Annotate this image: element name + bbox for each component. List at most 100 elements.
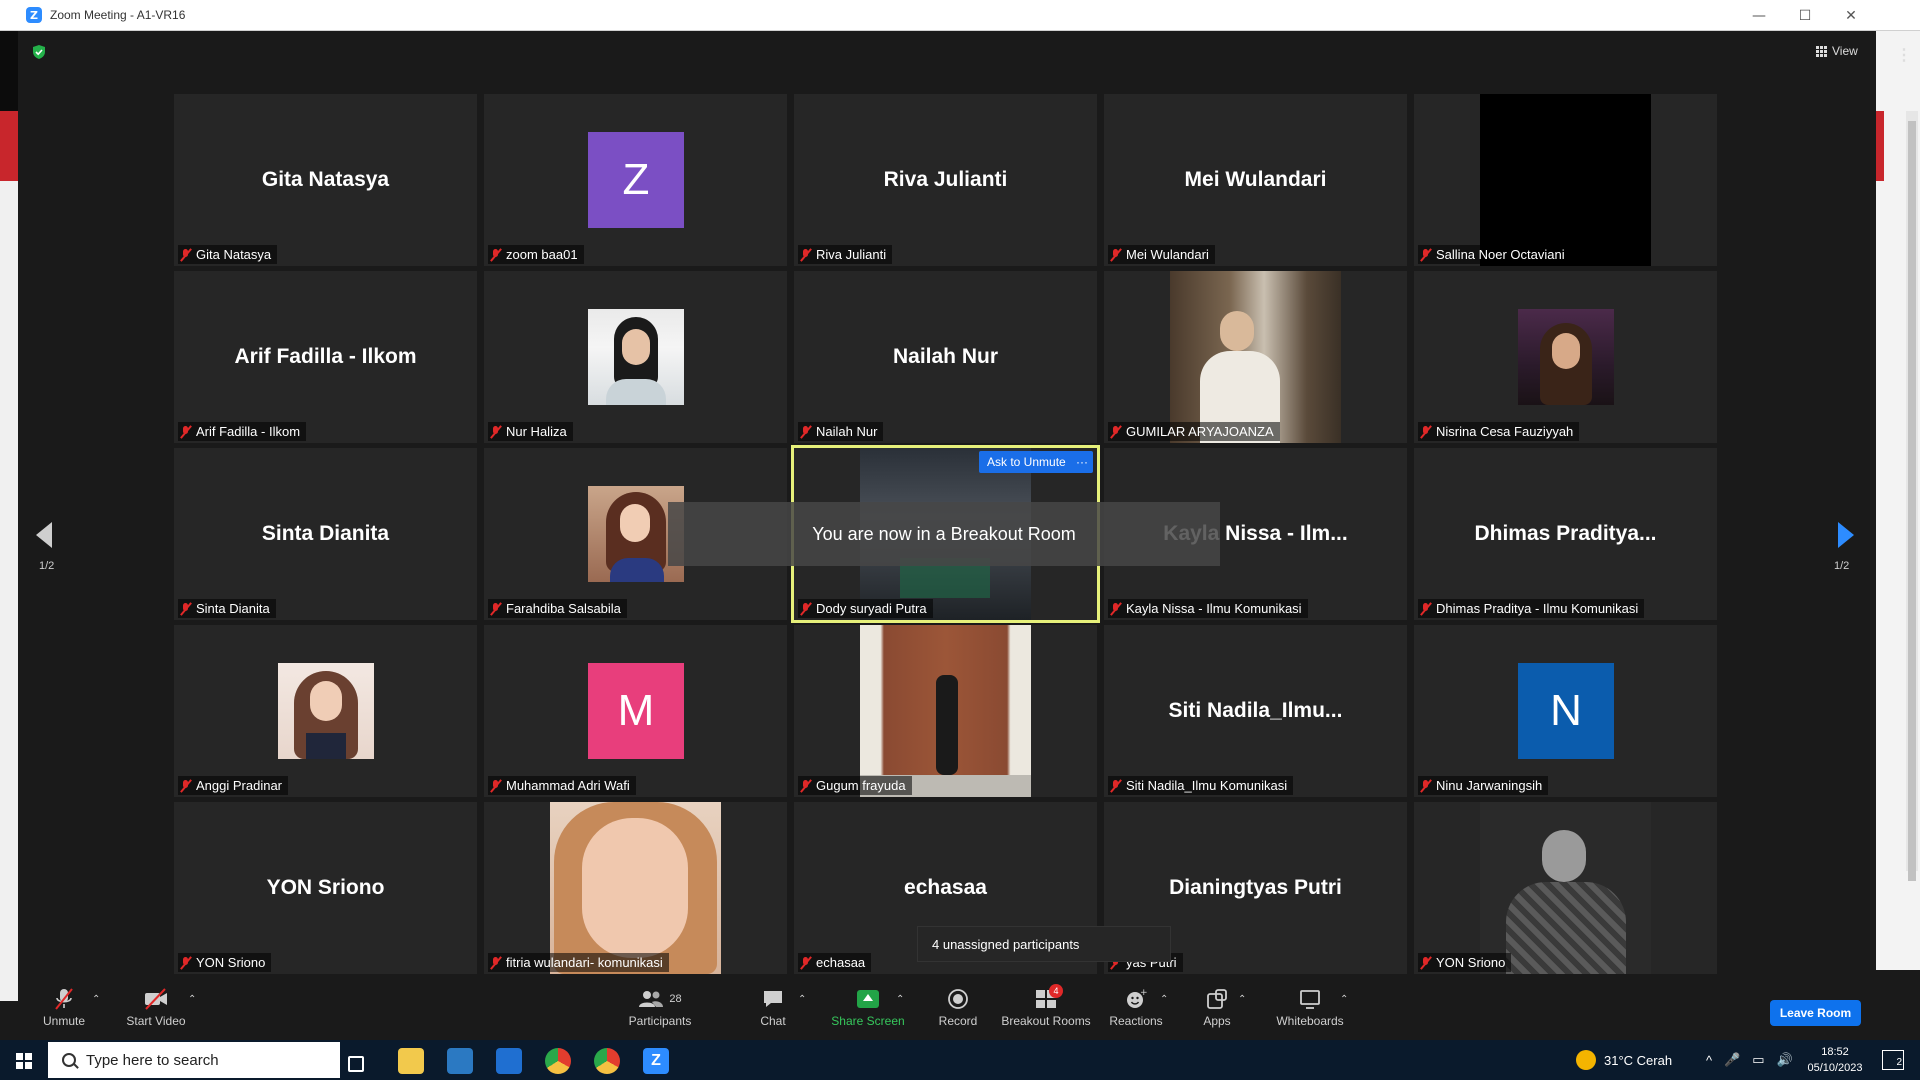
mic-muted-icon: [53, 986, 75, 1012]
next-page-icon[interactable]: [1838, 522, 1854, 548]
video-tile[interactable]: YON Sriono YON Sriono: [174, 802, 477, 974]
network-icon[interactable]: ▭: [1752, 1052, 1764, 1068]
participant-name-label: Muhammad Adri Wafi: [488, 776, 636, 795]
mic-muted-icon: [1420, 602, 1432, 616]
maximize-button[interactable]: ☐: [1782, 0, 1828, 31]
video-tile[interactable]: Nisrina Cesa Fauziyyah: [1414, 271, 1717, 443]
breakout-rooms-button[interactable]: 4 Breakout Rooms: [996, 978, 1096, 1036]
background-red-strip-right: [1876, 111, 1884, 181]
photo-face: [310, 681, 342, 721]
photo-face: [582, 818, 688, 958]
video-tile[interactable]: Gugum frayuda: [794, 625, 1097, 797]
whiteboards-button[interactable]: Whiteboards: [1268, 978, 1352, 1036]
video-tile[interactable]: Nur Haliza: [484, 271, 787, 443]
profile-photo: [1518, 309, 1614, 405]
video-tile[interactable]: YON Sriono: [1414, 802, 1717, 974]
chat-button[interactable]: Chat: [748, 978, 798, 1036]
participant-name-label: Anggi Pradinar: [178, 776, 288, 795]
close-button[interactable]: ✕: [1828, 0, 1874, 31]
reactions-options-caret[interactable]: ⌃: [1160, 994, 1168, 1005]
participant-name: GUMILAR ARYAJOANZA: [1126, 424, 1274, 439]
apps-options-caret[interactable]: ⌃: [1238, 994, 1246, 1005]
participants-button[interactable]: 28 Participants: [618, 978, 702, 1036]
profile-photo: [278, 663, 374, 759]
video-tile[interactable]: Gita Natasya Gita Natasya: [174, 94, 477, 266]
video-tile[interactable]: Siti Nadila_Ilmu... Siti Nadila_Ilmu Kom…: [1104, 625, 1407, 797]
notification-center-icon[interactable]: 2: [1882, 1050, 1904, 1070]
file-explorer-icon[interactable]: [398, 1048, 424, 1074]
security-shield-icon[interactable]: [32, 45, 46, 59]
unmute-button[interactable]: Unmute: [34, 978, 94, 1036]
unmute-label: Unmute: [42, 1014, 86, 1028]
video-tile[interactable]: M Muhammad Adri Wafi: [484, 625, 787, 797]
participant-display-name: Mei Wulandari: [1184, 168, 1327, 191]
video-tile[interactable]: Z zoom baa01: [484, 94, 787, 266]
participant-name: Kayla Nissa - Ilmu Komunikasi: [1126, 601, 1302, 616]
avatar-letter: N: [1518, 663, 1614, 759]
chat-options-caret[interactable]: ⌃: [798, 994, 806, 1005]
weather-widget[interactable]: 31°C Cerah: [1576, 1040, 1672, 1080]
video-tile[interactable]: Sinta Dianita Sinta Dianita: [174, 448, 477, 620]
video-options-caret[interactable]: ⌃: [188, 994, 196, 1005]
video-tile[interactable]: Nailah Nur Nailah Nur: [794, 271, 1097, 443]
avatar-letter: Z: [588, 132, 684, 228]
apps-icon: [1206, 986, 1228, 1012]
mic-muted-icon: [800, 956, 812, 970]
zoom-taskbar-icon[interactable]: Z: [643, 1048, 669, 1074]
windows-start-icon[interactable]: [16, 1053, 32, 1069]
audio-options-caret[interactable]: ⌃: [92, 994, 100, 1005]
video-tile[interactable]: Arif Fadilla - Ilkom Arif Fadilla - Ilko…: [174, 271, 477, 443]
video-tile[interactable]: Riva Julianti Riva Julianti: [794, 94, 1097, 266]
title-bar: Z Zoom Meeting - A1-VR16 — ☐ ✕: [0, 0, 1920, 31]
video-tile[interactable]: Dhimas Praditya... Dhimas Praditya - Ilm…: [1414, 448, 1717, 620]
record-button[interactable]: Record: [928, 978, 988, 1036]
whiteboards-options-caret[interactable]: ⌃: [1340, 994, 1348, 1005]
video-tile[interactable]: GUMILAR ARYAJOANZA: [1104, 271, 1407, 443]
mic-muted-icon: [490, 248, 502, 262]
tile-more-options-button[interactable]: ···: [1071, 451, 1093, 473]
microsoft-store-icon[interactable]: [447, 1048, 473, 1074]
chrome-profile-icon[interactable]: [594, 1048, 620, 1074]
participant-name: YON Sriono: [196, 955, 266, 970]
minimize-button[interactable]: —: [1736, 0, 1782, 31]
start-video-label: Start Video: [126, 1014, 186, 1028]
video-feed-black: [1480, 94, 1651, 266]
video-tile[interactable]: Sallina Noer Octaviani: [1414, 94, 1717, 266]
participant-name: Mei Wulandari: [1126, 247, 1209, 262]
participant-name: Nisrina Cesa Fauziyyah: [1436, 424, 1574, 439]
participant-name: Siti Nadila_Ilmu Komunikasi: [1126, 778, 1288, 793]
share-screen-button[interactable]: Share Screen: [826, 978, 910, 1036]
taskbar-clock[interactable]: 18:52 05/10/2023: [1790, 1044, 1880, 1076]
share-options-caret[interactable]: ⌃: [896, 994, 904, 1005]
participant-name-label: GUMILAR ARYAJOANZA: [1108, 422, 1280, 441]
reactions-button[interactable]: + Reactions: [1104, 978, 1168, 1036]
video-tile[interactable]: Anggi Pradinar: [174, 625, 477, 797]
video-tile[interactable]: Mei Wulandari Mei Wulandari: [1104, 94, 1407, 266]
mic-muted-icon: [800, 248, 812, 262]
taskbar-search-box[interactable]: Type here to search: [48, 1042, 340, 1078]
video-tile[interactable]: N Ninu Jarwaningsih: [1414, 625, 1717, 797]
start-video-button[interactable]: Start Video: [118, 978, 194, 1036]
ask-to-unmute-button[interactable]: Ask to Unmute: [979, 451, 1074, 473]
background-scrollbar-thumb[interactable]: [1908, 121, 1916, 881]
profile-photo: [860, 625, 1031, 797]
participant-name: zoom baa01: [506, 247, 578, 262]
chrome-icon[interactable]: [545, 1048, 571, 1074]
leave-room-button[interactable]: Leave Room: [1770, 1000, 1861, 1026]
participant-name: fitria wulandari- komunikasi: [506, 955, 663, 970]
previous-page-icon[interactable]: [36, 522, 52, 548]
task-view-icon[interactable]: [348, 1056, 364, 1072]
participant-name: YON Sriono: [1436, 955, 1506, 970]
participant-name: echasaa: [816, 955, 866, 970]
meeting-toolbar: Unmute ⌃ Start Video ⌃ 28 Participants C…: [18, 978, 1876, 1036]
view-button[interactable]: View: [1816, 44, 1858, 58]
mic-muted-icon: [490, 779, 502, 793]
apps-button[interactable]: Apps: [1192, 978, 1242, 1036]
video-tile[interactable]: fitria wulandari- komunikasi: [484, 802, 787, 974]
tray-overflow-icon[interactable]: ^: [1706, 1053, 1712, 1068]
mail-icon[interactable]: [496, 1048, 522, 1074]
microphone-tray-icon[interactable]: 🎤: [1724, 1052, 1740, 1068]
grid-view-icon: [1816, 45, 1827, 57]
more-vertical-icon[interactable]: ⋮: [1896, 45, 1912, 65]
clock-date: 05/10/2023: [1807, 1062, 1863, 1074]
